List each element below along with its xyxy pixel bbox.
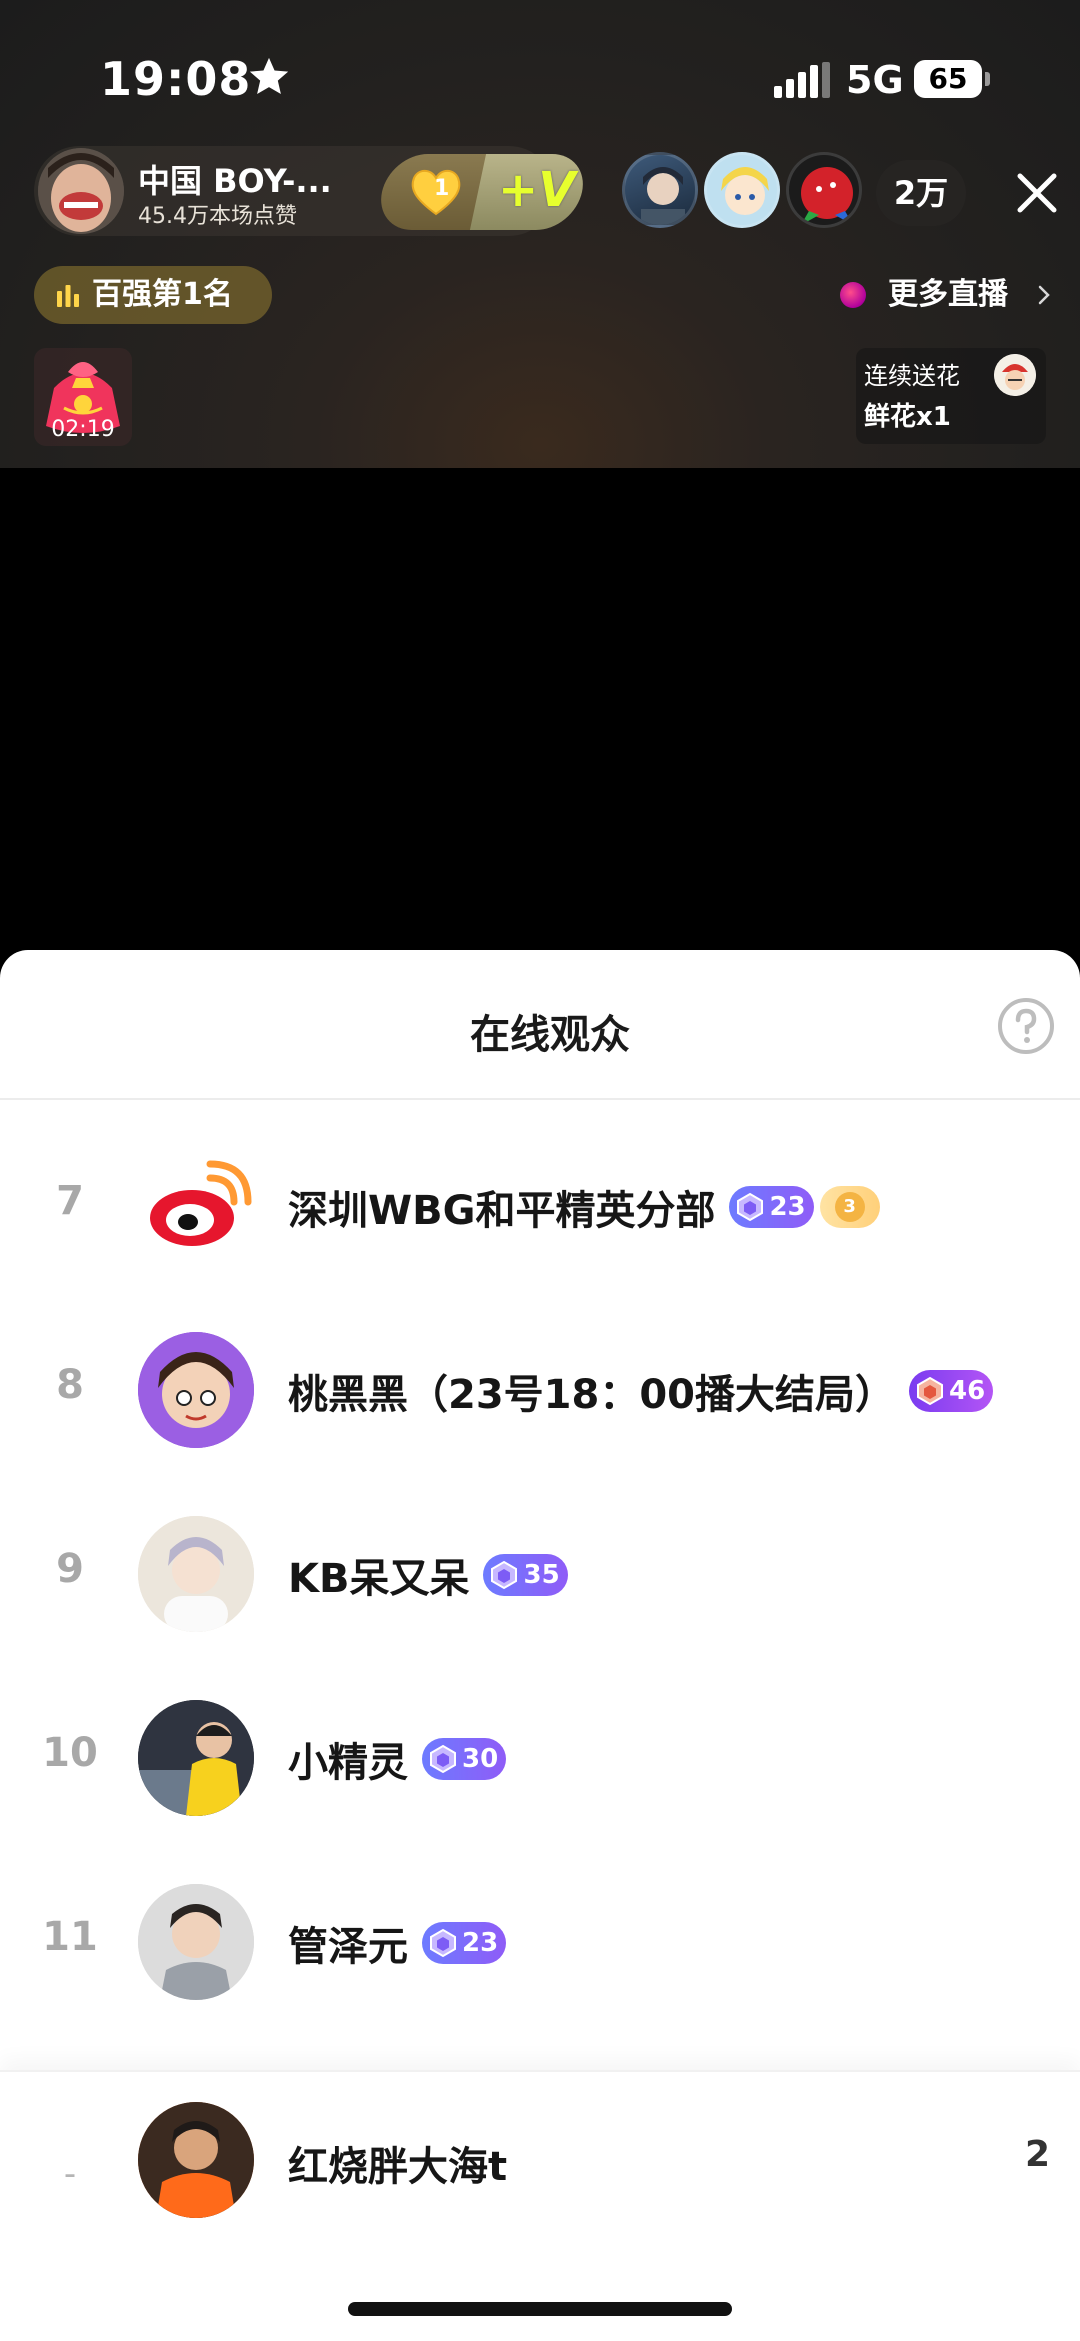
close-icon[interactable] — [1012, 168, 1062, 218]
weibo-logo-avatar — [138, 1148, 254, 1264]
level-badge: 23 — [729, 1186, 814, 1228]
battery-level: 65 — [914, 60, 982, 98]
row-rank: 9 — [56, 1546, 84, 1592]
flower-title: 连续送花 — [864, 362, 960, 390]
audience-sheet: 在线观众 7 深圳WBG和平精英分部 23 3 8 桃黑黑（23号18：00播大… — [0, 950, 1080, 2341]
my-rank: - — [63, 2154, 77, 2194]
level-badge: 35 — [483, 1554, 568, 1596]
level-gem-icon — [430, 1928, 456, 1958]
signal-icon — [774, 62, 830, 98]
host-avatar[interactable] — [38, 148, 124, 234]
chevron-right-icon — [1038, 285, 1050, 305]
home-indicator[interactable] — [348, 2302, 732, 2316]
row-name-wrap: 管泽元 23 — [288, 1908, 507, 1978]
audience-row[interactable]: 9 KB呆又呆 35 — [0, 1482, 1080, 1666]
host-likes: 45.4万本场点赞 — [138, 204, 297, 229]
flower-gift-card[interactable]: 连续送花 鲜花x1 — [856, 348, 1046, 444]
row-name: 管泽元 — [288, 1924, 408, 1970]
viewer-avatar[interactable] — [704, 152, 780, 228]
level-badge: 23 — [422, 1922, 507, 1964]
gift-bag[interactable]: 02:19 — [34, 348, 132, 446]
row-name: 深圳WBG和平精英分部 — [288, 1188, 716, 1234]
host-name: 中国 BOY-... — [138, 162, 332, 200]
fan-club-badge[interactable]: 1 +V — [373, 154, 591, 230]
row-name-wrap: 深圳WBG和平精英分部 23 3 — [288, 1172, 880, 1242]
row-name-wrap: 小精灵 30 — [288, 1724, 507, 1794]
bar-chart-icon — [57, 285, 79, 307]
level-badge: 46 — [909, 1370, 994, 1412]
viewer-avatar[interactable] — [622, 152, 698, 228]
fan-level: 1 — [434, 176, 450, 201]
my-avatar — [138, 2102, 254, 2218]
more-live-label: 更多直播 — [888, 277, 1008, 312]
row-name-wrap: 桃黑黑（23号18：00播大结局） 46 — [288, 1356, 994, 1426]
level-number: 30 — [462, 1744, 499, 1774]
sheet-title: 在线观众 — [470, 1012, 630, 1058]
more-live-button[interactable]: 更多直播 — [826, 266, 1056, 324]
level-gem-icon — [491, 1560, 518, 1590]
level-gem-icon — [737, 1192, 764, 1222]
audience-row[interactable]: 8 桃黑黑（23号18：00播大结局） 46 — [0, 1298, 1080, 1482]
avatar — [138, 1884, 254, 2000]
row-rank: 11 — [42, 1914, 98, 1960]
level-gem-icon — [917, 1376, 943, 1406]
avatar — [138, 1700, 254, 1816]
flower-sender-avatar — [994, 354, 1036, 396]
row-name-wrap: KB呆又呆 35 — [288, 1540, 568, 1610]
my-name: 红烧胖大海t — [288, 2144, 508, 2190]
row-name: 桃黑黑（23号18：00播大结局） — [288, 1372, 895, 1418]
host-info[interactable]: 中国 BOY-... 45.4万本场点赞 1 +V — [34, 146, 591, 236]
row-rank: 8 — [56, 1362, 84, 1408]
level-gem-icon — [430, 1744, 456, 1774]
row-name: 小精灵 — [288, 1740, 408, 1786]
fan-plus-label: +V — [498, 162, 576, 218]
flower-count: 鲜花x1 — [864, 402, 951, 432]
my-audience-row[interactable]: - 红烧胖大海t 2 — [0, 2070, 1080, 2341]
live-dot-icon — [840, 282, 866, 308]
row-rank: 7 — [56, 1178, 84, 1224]
star-icon — [249, 57, 289, 95]
video-stream — [0, 468, 1080, 948]
level-number: 23 — [769, 1192, 806, 1222]
gold-coin-icon: 3 — [834, 1192, 865, 1222]
audience-row[interactable]: 11 管泽元 23 — [0, 1850, 1080, 2034]
top-viewers[interactable] — [622, 152, 862, 232]
row-name: KB呆又呆 — [288, 1556, 470, 1602]
help-icon[interactable] — [996, 996, 1056, 1056]
viewer-avatar[interactable] — [786, 152, 862, 228]
rank-text: 百强第1名 — [92, 277, 233, 312]
avatar — [138, 1332, 254, 1448]
audience-row[interactable]: 7 深圳WBG和平精英分部 23 3 — [0, 1114, 1080, 1298]
viewer-count[interactable]: 2万 — [876, 160, 966, 226]
status-bar: 19:08 5G 65 — [0, 0, 1080, 150]
level-number: 35 — [523, 1560, 560, 1590]
row-rank: 10 — [42, 1730, 98, 1776]
level-badge: 30 — [422, 1738, 507, 1780]
gold-badge: 3 — [819, 1186, 880, 1228]
gift-timer: 02:19 — [51, 417, 115, 442]
rank-badge[interactable]: 百强第1名 — [34, 266, 272, 324]
audience-row[interactable]: 10 小精灵 30 — [0, 1666, 1080, 1850]
live-video-area[interactable]: 19:08 5G 65 中国 BOY-... 45.4万本场点赞 1 +V 2万… — [0, 0, 1080, 468]
network-type: 5G — [846, 58, 904, 102]
sheet-divider — [0, 1098, 1080, 1100]
clock: 19:08 — [100, 52, 252, 106]
battery-icon: 65 — [914, 60, 990, 98]
my-score: 2 — [1024, 2134, 1050, 2175]
battery-cap — [985, 72, 990, 86]
level-number: 23 — [462, 1928, 499, 1958]
level-number: 46 — [949, 1376, 986, 1406]
avatar — [138, 1516, 254, 1632]
